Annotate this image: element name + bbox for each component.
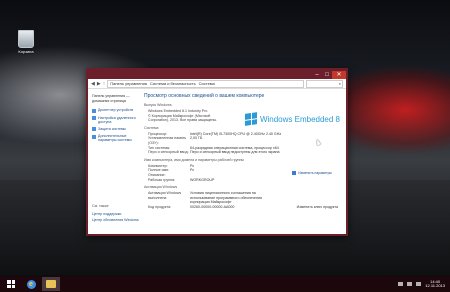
change-product-key-link[interactable]: Изменить ключ продукта (297, 205, 338, 210)
maximize-button[interactable]: □ (322, 71, 332, 79)
link-label: Дополнительные параметры системы (98, 134, 132, 142)
see-also-heading: См. также (92, 204, 109, 208)
window-content: Панель управления — домашняя страница Ди… (88, 90, 346, 234)
back-button[interactable]: ◀ (91, 81, 95, 87)
clock-date: 12.11.2013 (425, 283, 445, 288)
windows-start-icon (7, 280, 15, 288)
link-label: Диспетчер устройств (98, 108, 134, 112)
left-nav-pane: Панель управления — домашняя страница Ди… (88, 90, 140, 234)
activation-heading: Активация Windows (144, 185, 178, 190)
breadcrumb-system[interactable]: Система (199, 81, 215, 86)
system-row: Перо и сенсорный ввод: Перо и сенсорный в… (148, 150, 280, 155)
close-button[interactable]: ✕ (332, 70, 346, 79)
link-label: Защита системы (98, 126, 126, 131)
windows-update-link[interactable]: Центр обновления Windows (92, 218, 139, 222)
product-key-label: Код продукта: (148, 204, 172, 209)
page-title: Просмотр основных сведений о вашем компь… (144, 93, 265, 99)
activation-status: Активация Windows выполнена (148, 191, 182, 200)
windows-logo: Windows Embedded 8 (244, 112, 340, 126)
flag-icon[interactable] (398, 282, 404, 286)
action-center-link[interactable]: Центр поддержки (92, 212, 121, 216)
advanced-settings-link[interactable]: Дополнительные параметры системы (92, 134, 140, 142)
link-label: Настройка удаленного доступа (98, 115, 136, 124)
folder-icon (46, 280, 56, 288)
breadcrumb-control-panel[interactable]: Панель управления (110, 81, 147, 86)
windows-edition-heading: Выпуск Windows (144, 103, 172, 107)
search-icon: ⌕ (338, 81, 341, 86)
name-row: Рабочая группа: WORKGROUP (148, 177, 215, 182)
control-panel-home-link[interactable]: Панель управления — домашняя страница (92, 94, 140, 103)
system-window: – □ ✕ ◀ ▶ ↑ Панель управления Система и … (86, 68, 348, 236)
system-row: Установленная память (ОЗУ): 2,00 ГБ (148, 136, 203, 145)
shield-icon (92, 108, 96, 113)
forward-button[interactable]: ▶ (97, 81, 101, 87)
remote-settings-link[interactable]: Настройка удаленного доступа (92, 116, 140, 124)
up-button[interactable]: ↑ (103, 81, 106, 87)
system-heading: Система (144, 125, 159, 130)
network-icon[interactable] (407, 282, 413, 286)
copyright-text: © Корпорация Майкрософт (Microsoft Corpo… (148, 113, 218, 123)
logo-text: Windows Embedded 8 (259, 114, 340, 124)
title-bar[interactable]: – □ ✕ (88, 70, 346, 79)
recycle-bin-label: Корзина (18, 49, 34, 54)
product-key-value: 00260-00000-00000-AA000 (190, 204, 235, 209)
taskbar: e 14:40 12.11.2013 (0, 276, 450, 292)
address-row: ◀ ▶ ↑ Панель управления Система и безопа… (88, 79, 346, 89)
change-settings-label: Изменить параметры (298, 171, 332, 175)
minimize-button[interactable]: – (312, 71, 322, 79)
main-pane: Просмотр основных сведений о вашем компь… (140, 90, 346, 234)
recycle-bin-icon (18, 30, 34, 48)
breadcrumb-system-security[interactable]: Система и безопасность (150, 81, 196, 86)
shield-icon (92, 134, 96, 139)
license-terms-link[interactable]: Условия лицензионного соглашения на испо… (190, 191, 272, 205)
search-input[interactable]: ⌕ (306, 79, 343, 88)
change-settings-link[interactable]: Изменить параметры (292, 171, 332, 175)
system-protection-link[interactable]: Защита системы (92, 126, 140, 131)
taskbar-file-explorer[interactable] (42, 277, 60, 291)
system-tray: 14:40 12.11.2013 (398, 279, 450, 289)
start-button[interactable] (2, 277, 20, 291)
windows-flag-icon (244, 112, 257, 126)
volume-icon[interactable] (416, 282, 422, 286)
device-manager-link[interactable]: Диспетчер устройств (92, 108, 140, 113)
shield-icon (92, 127, 96, 131)
taskbar-internet-explorer[interactable]: e (22, 277, 40, 291)
internet-explorer-icon: e (26, 279, 36, 289)
clock[interactable]: 14:40 12.11.2013 (425, 279, 445, 289)
address-bar[interactable]: Панель управления Система и безопасность… (107, 79, 304, 88)
computer-name-heading: Имя компьютера, имя домена и параметры р… (144, 157, 244, 162)
shield-icon (92, 116, 96, 120)
recycle-bin-desktop-icon[interactable]: Корзина (14, 30, 38, 54)
shield-icon (292, 171, 297, 175)
